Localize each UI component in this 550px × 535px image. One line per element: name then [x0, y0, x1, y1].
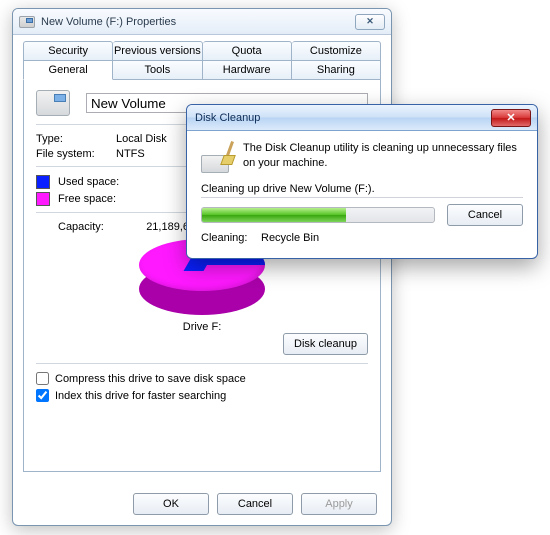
tab-security[interactable]: Security [23, 41, 113, 61]
capacity-label: Capacity: [36, 221, 136, 233]
drive-icon [19, 16, 35, 28]
cleanup-cancel-button[interactable]: Cancel [447, 204, 523, 226]
ok-button[interactable]: OK [133, 493, 209, 515]
tab-previous-versions[interactable]: Previous versions [113, 41, 202, 61]
tab-sharing[interactable]: Sharing [292, 61, 381, 80]
volume-icon [36, 90, 70, 116]
tab-general[interactable]: General [23, 61, 113, 80]
tab-row-top: Security Previous versions Quota Customi… [23, 41, 381, 61]
tab-tools[interactable]: Tools [113, 61, 202, 80]
used-label: Used space: [58, 176, 138, 188]
tab-hardware[interactable]: Hardware [203, 61, 292, 80]
cleanup-status: Cleaning up drive New Volume (F:). [201, 183, 523, 198]
tab-quota[interactable]: Quota [203, 41, 292, 61]
window-title: New Volume (F:) Properties [41, 16, 355, 28]
type-label: Type: [36, 133, 116, 145]
cleanup-body: The Disk Cleanup utility is cleaning up … [187, 131, 537, 258]
cleanup-broom-icon [201, 141, 233, 173]
cleaning-label: Cleaning: [201, 232, 261, 244]
index-checkbox-row[interactable]: Index this drive for faster searching [36, 389, 368, 402]
compress-label: Compress this drive to save disk space [55, 373, 246, 385]
tab-row-bottom: General Tools Hardware Sharing [23, 61, 381, 80]
used-swatch-icon [36, 175, 50, 189]
cleanup-titlebar[interactable]: Disk Cleanup ✕ [187, 105, 537, 131]
cleanup-progress-fill [202, 208, 346, 222]
divider [36, 363, 368, 364]
properties-titlebar[interactable]: New Volume (F:) Properties ✕ [13, 9, 391, 35]
close-icon[interactable]: ✕ [355, 14, 385, 30]
cleanup-progress-bar [201, 207, 435, 223]
properties-window: New Volume (F:) Properties ✕ Security Pr… [12, 8, 392, 526]
cleaning-value: Recycle Bin [261, 232, 319, 244]
dialog-footer: OK Cancel Apply [13, 493, 391, 515]
disk-cleanup-dialog: Disk Cleanup ✕ The Disk Cleanup utility … [186, 104, 538, 259]
compress-checkbox[interactable] [36, 372, 49, 385]
type-value: Local Disk [116, 133, 167, 145]
index-label: Index this drive for faster searching [55, 390, 226, 402]
disk-cleanup-button[interactable]: Disk cleanup [283, 333, 368, 355]
cleanup-message: The Disk Cleanup utility is cleaning up … [243, 141, 523, 173]
cleanup-title: Disk Cleanup [195, 112, 491, 124]
free-label: Free space: [58, 193, 138, 205]
filesystem-label: File system: [36, 148, 116, 160]
apply-button[interactable]: Apply [301, 493, 377, 515]
index-checkbox[interactable] [36, 389, 49, 402]
tab-customize[interactable]: Customize [292, 41, 381, 61]
compress-checkbox-row[interactable]: Compress this drive to save disk space [36, 372, 368, 385]
filesystem-value: NTFS [116, 148, 145, 160]
close-icon[interactable]: ✕ [491, 109, 531, 127]
cancel-button[interactable]: Cancel [217, 493, 293, 515]
free-swatch-icon [36, 192, 50, 206]
pie-caption: Drive F: [36, 321, 368, 333]
